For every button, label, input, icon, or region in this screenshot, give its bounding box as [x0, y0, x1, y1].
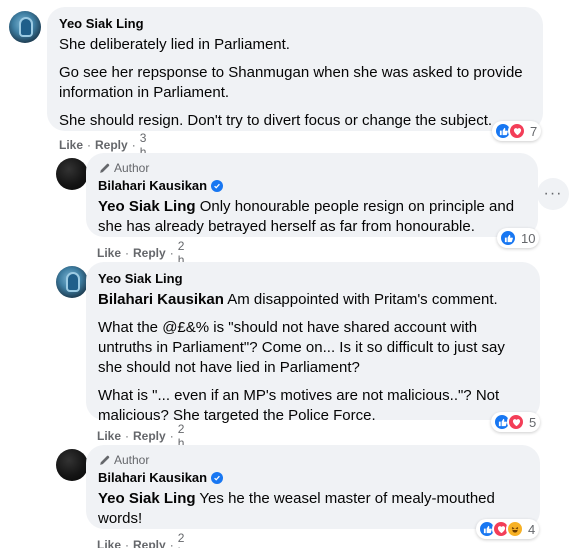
- verified-badge-icon: [211, 471, 224, 484]
- mention-link[interactable]: Yeo Siak Ling: [98, 198, 196, 215]
- mention-link[interactable]: Bilahari Kausikan: [98, 291, 224, 308]
- reply-link[interactable]: Reply: [95, 138, 128, 152]
- reaction-summary[interactable]: 5: [491, 412, 541, 432]
- pen-icon: [100, 163, 110, 173]
- avatar[interactable]: [9, 11, 41, 43]
- timestamp[interactable]: 2 h: [178, 531, 185, 548]
- reply-link[interactable]: Reply: [133, 246, 166, 260]
- comment-text: She deliberately lied in Parliament. Go …: [59, 36, 523, 129]
- reaction-summary[interactable]: 10: [497, 228, 540, 248]
- comment-actions: Like · Reply · 2 h: [97, 531, 184, 548]
- comment-text: Bilahari Kausikan Am disappointed with P…: [98, 291, 505, 424]
- reaction-count: 5: [529, 414, 537, 430]
- avatar[interactable]: [56, 158, 88, 190]
- reaction-count: 4: [528, 521, 536, 537]
- comment-text: Yeo Siak Ling Only honourable people res…: [98, 198, 515, 235]
- love-reaction-icon: [508, 122, 526, 140]
- comment-bubble: Author Bilahari Kausikan Yeo Siak Ling O…: [86, 153, 538, 237]
- reaction-count: 7: [530, 123, 538, 139]
- reply-link[interactable]: Reply: [133, 538, 166, 548]
- pen-icon: [100, 455, 110, 465]
- like-link[interactable]: Like: [97, 429, 121, 443]
- comment-author[interactable]: Yeo Siak Ling: [98, 270, 528, 287]
- comment-bubble: Yeo Siak Ling She deliberately lied in P…: [47, 7, 543, 131]
- comment-text: Yeo Siak Ling Yes he the weasel master o…: [98, 490, 495, 527]
- comment-author[interactable]: Yeo Siak Ling: [59, 15, 531, 32]
- like-link[interactable]: Like: [59, 138, 83, 152]
- comment-author[interactable]: Bilahari Kausikan: [98, 177, 526, 194]
- like-link[interactable]: Like: [97, 538, 121, 548]
- reply-link[interactable]: Reply: [133, 429, 166, 443]
- reaction-count: 10: [521, 230, 536, 246]
- author-tag: Author: [98, 161, 526, 175]
- mention-link[interactable]: Yeo Siak Ling: [98, 490, 196, 507]
- reaction-summary[interactable]: 7: [492, 121, 542, 141]
- comment-bubble: Author Bilahari Kausikan Yeo Siak Ling Y…: [86, 445, 540, 529]
- comment-author[interactable]: Bilahari Kausikan: [98, 469, 528, 486]
- verified-badge-icon: [211, 179, 224, 192]
- love-reaction-icon: [507, 413, 525, 431]
- reaction-summary[interactable]: 4: [476, 519, 540, 539]
- avatar[interactable]: [56, 266, 88, 298]
- more-options-icon[interactable]: ···: [537, 178, 569, 210]
- author-tag: Author: [98, 453, 528, 467]
- like-link[interactable]: Like: [97, 246, 121, 260]
- haha-reaction-icon: [506, 520, 524, 538]
- avatar[interactable]: [56, 449, 88, 481]
- like-reaction-icon: [499, 229, 517, 247]
- comment-bubble: Yeo Siak Ling Bilahari Kausikan Am disap…: [86, 262, 540, 424]
